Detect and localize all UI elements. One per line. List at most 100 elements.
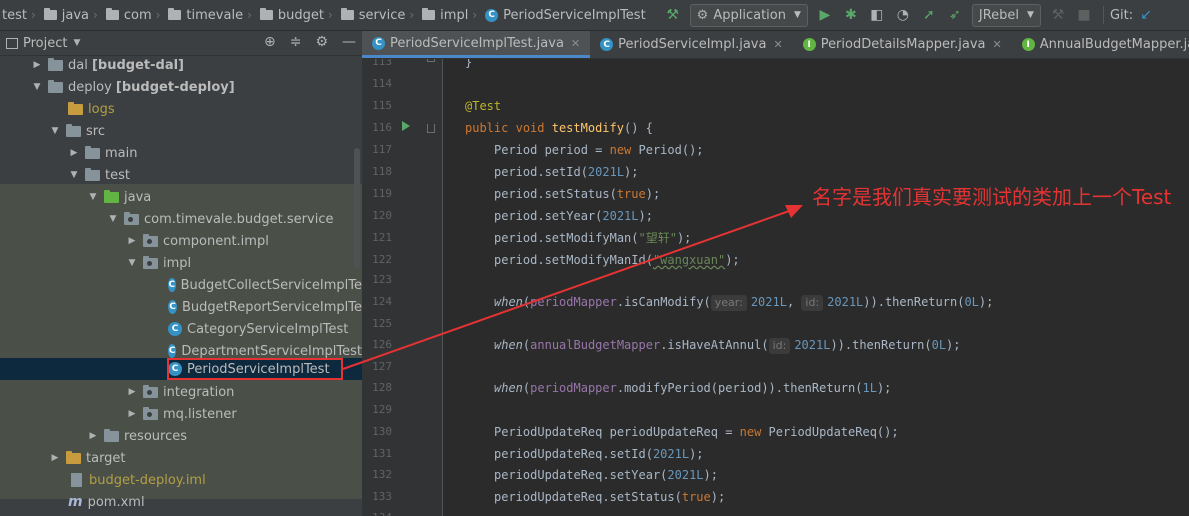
tree-item-resources[interactable]: ▶ resources bbox=[0, 425, 362, 447]
hammer-build-icon[interactable]: ⚒ bbox=[662, 4, 684, 26]
breadcrumb-service[interactable]: service › bbox=[339, 8, 420, 23]
breadcrumb-label: java bbox=[61, 7, 90, 23]
chevron-down-icon: ▼ bbox=[128, 258, 136, 268]
fold-marker-icon[interactable] bbox=[427, 59, 435, 62]
tree-item-label: DepartmentServiceImplTest bbox=[181, 343, 362, 359]
project-scrollbar[interactable] bbox=[354, 148, 360, 268]
debug-icon[interactable]: ✱ bbox=[840, 4, 862, 26]
gear-icon[interactable]: ⚙ bbox=[315, 34, 328, 50]
tree-item-impl[interactable]: ▼ impl bbox=[0, 252, 362, 274]
tree-item-component-impl[interactable]: ▶ component.impl bbox=[0, 230, 362, 252]
tree-item-class[interactable]: C BudgetReportServiceImplTe bbox=[0, 296, 362, 318]
tree-item-package-service[interactable]: ▼ com.timevale.budget.service bbox=[0, 208, 362, 230]
git-update-icon[interactable]: ↙ bbox=[1135, 4, 1157, 26]
breadcrumb-test[interactable]: test › bbox=[0, 8, 42, 23]
stop-icon[interactable]: ■ bbox=[1073, 4, 1095, 26]
selected-file-highlight bbox=[167, 358, 343, 380]
tab-period-service-impl-test[interactable]: C PeriodServiceImplTest.java ✕ bbox=[362, 31, 591, 58]
tab-period-service-impl[interactable]: C PeriodServiceImpl.java ✕ bbox=[590, 31, 793, 58]
fold-marker-icon[interactable] bbox=[427, 124, 435, 133]
breadcrumb-java[interactable]: java › bbox=[42, 8, 104, 23]
chevron-right-icon: › bbox=[155, 8, 161, 22]
tree-item-test[interactable]: ▼ test bbox=[0, 164, 362, 186]
chevron-down-icon[interactable]: ▼ bbox=[73, 38, 80, 48]
tree-item-java[interactable]: ▼ java bbox=[0, 186, 362, 208]
breadcrumb-timevale[interactable]: timevale › bbox=[166, 8, 257, 23]
tree-item-label: pom.xml bbox=[87, 494, 145, 510]
tree-item-label: main bbox=[105, 145, 138, 161]
folder-icon bbox=[422, 8, 436, 20]
tree-item-src[interactable]: ▼ src bbox=[0, 120, 362, 142]
code-line-119: period.setStatus(true); bbox=[494, 183, 660, 205]
breadcrumb-com[interactable]: com › bbox=[104, 8, 167, 23]
tree-item-deploy[interactable]: ▼ deploy [budget-deploy] bbox=[0, 76, 362, 98]
jrebel-debug-icon[interactable]: ➶ bbox=[944, 4, 966, 26]
tab-annual-budget-mapper[interactable]: I AnnualBudgetMapper.java bbox=[1012, 31, 1189, 58]
tab-label: PeriodDetailsMapper.java bbox=[820, 37, 986, 52]
profile-icon[interactable]: ◔ bbox=[892, 4, 914, 26]
chevron-right-icon: ▶ bbox=[89, 431, 97, 441]
close-icon[interactable]: ✕ bbox=[773, 38, 782, 51]
code-token: )).thenReturn( bbox=[863, 295, 965, 309]
chevron-right-icon: ▶ bbox=[128, 387, 136, 397]
tree-item-iml[interactable]: budget-deploy.iml bbox=[0, 469, 362, 491]
tree-item-logs[interactable]: logs bbox=[0, 98, 362, 120]
navigation-bar: test › java › com › timevale › budget › servi… bbox=[0, 0, 1189, 31]
tree-item-target[interactable]: ▶ target bbox=[0, 447, 362, 469]
breadcrumb-budget[interactable]: budget › bbox=[258, 8, 339, 23]
code-editor[interactable]: 113 114 115 116 117 118 119 120 121 122 … bbox=[362, 59, 1189, 516]
code-token: period.setYear( bbox=[494, 209, 603, 223]
code-token: period.setStatus( bbox=[494, 187, 617, 201]
code-line-126: when(annualBudgetMapper.isHaveAtAnnul(id… bbox=[494, 334, 961, 356]
chevron-right-icon: › bbox=[30, 8, 36, 22]
code-token: void bbox=[515, 121, 545, 135]
resources-folder-icon bbox=[104, 428, 119, 442]
folder-icon bbox=[48, 79, 63, 93]
code-line-128: when(periodMapper.modifyPeriod(period)).… bbox=[494, 377, 891, 399]
tab-period-details-mapper[interactable]: I PeriodDetailsMapper.java ✕ bbox=[793, 31, 1012, 58]
breadcrumb-impl[interactable]: impl › bbox=[420, 8, 483, 23]
tree-item-main[interactable]: ▶ main bbox=[0, 142, 362, 164]
locate-icon[interactable]: ⊕ bbox=[264, 34, 276, 50]
project-panel-title[interactable]: Project bbox=[23, 36, 67, 51]
line-number: 123 bbox=[372, 273, 392, 286]
chevron-right-icon: › bbox=[327, 8, 333, 22]
test-class-icon: C bbox=[372, 36, 385, 50]
tree-item-mq-listener[interactable]: ▶ mq.listener bbox=[0, 403, 362, 425]
code-token: testModify bbox=[551, 121, 624, 135]
close-icon[interactable]: ✕ bbox=[571, 37, 580, 50]
tree-item-integration[interactable]: ▶ integration bbox=[0, 381, 362, 403]
run-icon[interactable]: ▶ bbox=[814, 4, 836, 26]
breadcrumb-class[interactable]: C PeriodServiceImplTest bbox=[483, 8, 648, 23]
tree-item-label: mq.listener bbox=[163, 406, 237, 422]
tree-item-label: com.timevale.budget.service bbox=[144, 211, 334, 227]
run-test-gutter-icon[interactable] bbox=[402, 121, 410, 131]
collapse-all-icon[interactable]: ≑ bbox=[290, 34, 302, 50]
coverage-icon[interactable]: ◧ bbox=[866, 4, 888, 26]
minimize-icon[interactable]: — bbox=[342, 34, 356, 50]
tree-item-dal[interactable]: ▶ dal [budget-dal] bbox=[0, 56, 362, 76]
line-number: 131 bbox=[372, 447, 392, 460]
code-token: period.setId( bbox=[494, 165, 588, 179]
jrebel-dropdown[interactable]: JRebel ▼ bbox=[971, 3, 1041, 27]
class-icon: C bbox=[600, 38, 614, 51]
code-line-132: periodUpdateReq.setYear(2021L); bbox=[494, 464, 718, 486]
toolbar-divider bbox=[1102, 6, 1104, 24]
code-token: .isCanModify( bbox=[616, 295, 711, 309]
code-token: 2021L bbox=[587, 165, 625, 179]
package-icon bbox=[143, 233, 158, 247]
close-icon[interactable]: ✕ bbox=[993, 38, 1002, 51]
breadcrumb-label: test bbox=[2, 7, 27, 23]
folder-icon bbox=[85, 167, 100, 181]
run-config-dropdown[interactable]: ⚙ Application ▼ bbox=[689, 3, 808, 27]
code-token: 2021L bbox=[794, 338, 831, 352]
chevron-right-icon: ▶ bbox=[128, 236, 136, 246]
tree-item-class[interactable]: C CategoryServiceImplTest bbox=[0, 318, 362, 340]
line-number: 128 bbox=[372, 381, 392, 394]
tree-item-class[interactable]: C BudgetCollectServiceImplTe bbox=[0, 274, 362, 296]
tree-item-label: BudgetCollectServiceImplTe bbox=[180, 277, 362, 293]
build-disabled-icon[interactable]: ⚒ bbox=[1047, 4, 1069, 26]
tree-item-pom[interactable]: m pom.xml bbox=[0, 491, 362, 513]
breadcrumb-label: timevale bbox=[186, 7, 244, 23]
jrebel-run-icon[interactable]: ➚ bbox=[918, 4, 940, 26]
